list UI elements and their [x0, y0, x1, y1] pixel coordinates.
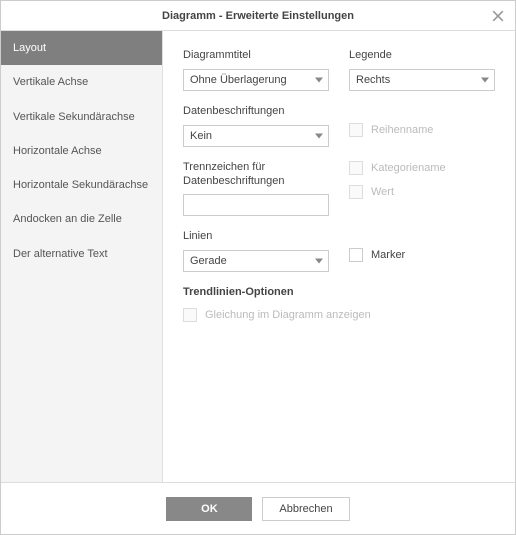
titlebar: Diagramm - Erweiterte Einstellungen [1, 1, 515, 31]
footer: OK Abbrechen [1, 482, 515, 534]
marker-label: Marker [371, 249, 405, 261]
tab-label: Layout [13, 42, 46, 54]
dialog-title: Diagramm - Erweiterte Einstellungen [162, 10, 354, 22]
show-equation-label: Gleichung im Diagramm anzeigen [205, 309, 371, 321]
cancel-button[interactable]: Abbrechen [262, 497, 349, 521]
button-label: Abbrechen [279, 503, 332, 515]
button-label: OK [201, 503, 218, 515]
select-value: Rechts [356, 74, 390, 86]
ok-button[interactable]: OK [166, 497, 252, 521]
tab-label: Der alternative Text [13, 248, 108, 260]
tab-horizontal-axis[interactable]: Horizontale Achse [1, 134, 162, 168]
select-value: Ohne Überlagerung [190, 74, 287, 86]
content: Diagrammtitel Ohne Überlagerung Legende … [163, 31, 515, 482]
chevron-down-icon [315, 77, 323, 82]
tab-vertical-axis[interactable]: Vertikale Achse [1, 65, 162, 99]
select-value: Kein [190, 130, 212, 142]
series-name-checkbox [349, 123, 363, 137]
select-value: Gerade [190, 255, 227, 267]
dialog: Diagramm - Erweiterte Einstellungen Layo… [0, 0, 516, 535]
show-equation-checkbox [183, 308, 197, 322]
value-checkbox [349, 185, 363, 199]
tab-label: Vertikale Achse [13, 76, 88, 88]
marker-checkbox[interactable] [349, 248, 363, 262]
chart-title-select[interactable]: Ohne Überlagerung [183, 69, 329, 91]
category-name-checkbox [349, 161, 363, 175]
close-button[interactable] [489, 7, 507, 25]
tab-vertical-secondary-axis[interactable]: Vertikale Sekundärachse [1, 100, 162, 134]
value-label: Wert [371, 186, 394, 198]
tab-horizontal-secondary-axis[interactable]: Horizontale Sekundärachse [1, 168, 162, 202]
lines-select[interactable]: Gerade [183, 250, 329, 272]
tab-label: Andocken an die Zelle [13, 213, 122, 225]
dialog-body: Layout Vertikale Achse Vertikale Sekundä… [1, 31, 515, 482]
trendline-section-title: Trendlinien-Optionen [183, 286, 495, 298]
tab-cell-snapping[interactable]: Andocken an die Zelle [1, 202, 162, 236]
chevron-down-icon [315, 133, 323, 138]
legend-select[interactable]: Rechts [349, 69, 495, 91]
data-labels-select[interactable]: Kein [183, 125, 329, 147]
lines-label: Linien [183, 230, 329, 244]
data-labels-label: Datenbeschriftungen [183, 105, 329, 119]
chevron-down-icon [315, 259, 323, 264]
tab-label: Vertikale Sekundärachse [13, 111, 135, 123]
chart-title-label: Diagrammtitel [183, 49, 329, 63]
legend-label: Legende [349, 49, 495, 63]
separator-label: Trennzeichen für Datenbeschriftungen [183, 161, 329, 189]
sidebar: Layout Vertikale Achse Vertikale Sekundä… [1, 31, 163, 482]
series-name-label: Reihenname [371, 124, 433, 136]
separator-input[interactable] [183, 194, 329, 216]
tab-label: Horizontale Achse [13, 145, 102, 157]
tab-alt-text[interactable]: Der alternative Text [1, 237, 162, 271]
tab-label: Horizontale Sekundärachse [13, 179, 148, 191]
chevron-down-icon [481, 77, 489, 82]
tab-layout[interactable]: Layout [1, 31, 162, 65]
category-name-label: Kategoriename [371, 162, 446, 174]
close-icon [492, 10, 504, 22]
